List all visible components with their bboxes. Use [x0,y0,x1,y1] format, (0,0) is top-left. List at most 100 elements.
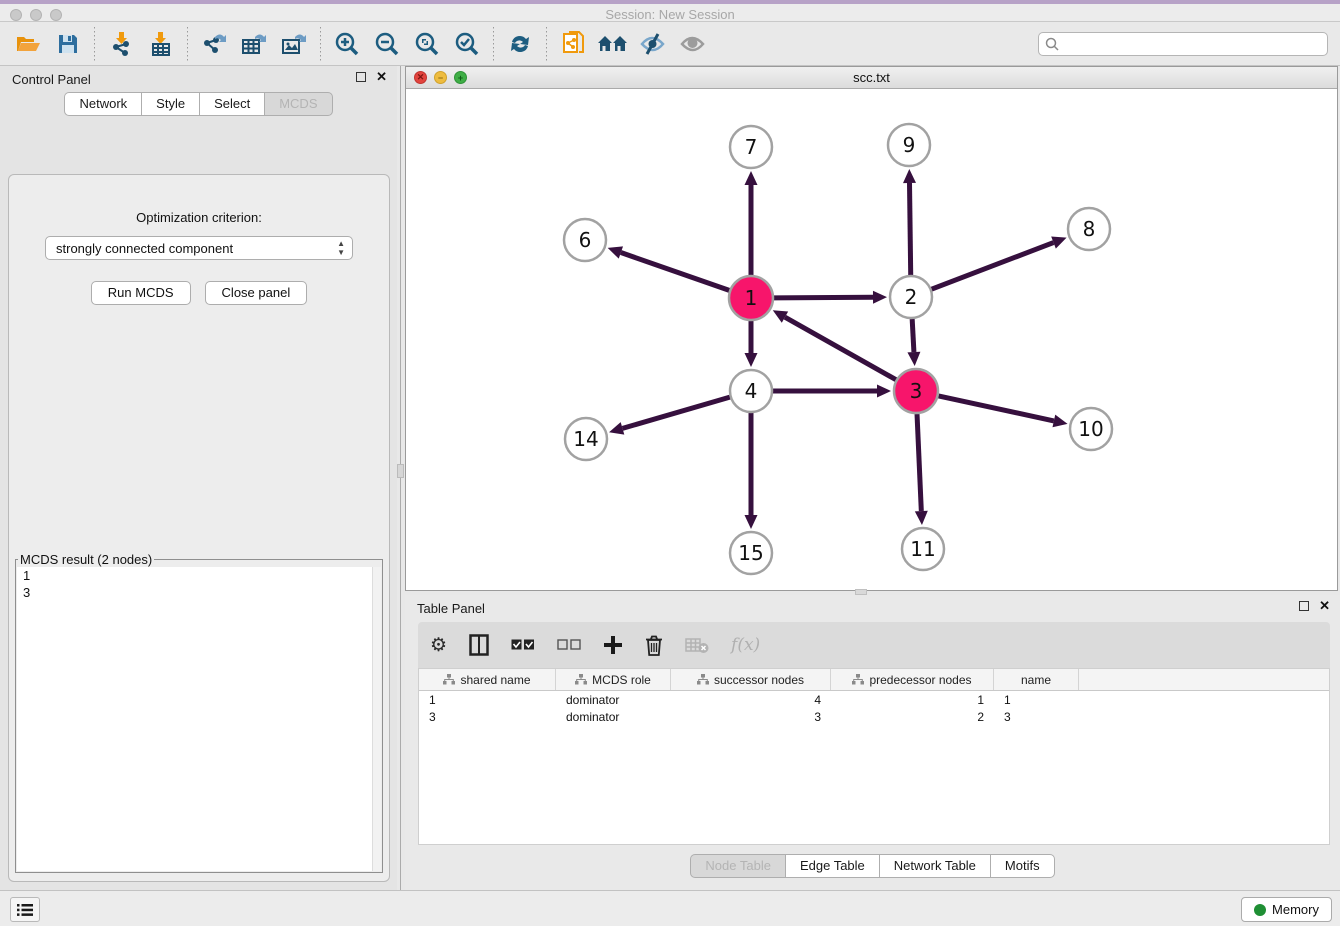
tab-motifs[interactable]: Motifs [990,854,1055,878]
graph-edge-2-8[interactable] [932,243,1054,290]
column-header-predecessor-nodes[interactable]: predecessor nodes [831,669,994,690]
tab-network[interactable]: Network [64,92,141,116]
table-row[interactable]: 1dominator411 [419,691,1329,708]
window-title: Session: New Session [0,7,1340,22]
export-image-button[interactable] [274,25,314,63]
tab-select[interactable]: Select [199,92,264,116]
save-session-button[interactable] [48,25,88,63]
first-neighbors-button[interactable] [593,25,633,63]
table-settings-icon[interactable]: ⚙ [430,636,447,655]
delete-column-icon[interactable] [645,635,663,656]
table-cell[interactable]: 3 [419,710,556,724]
memory-button[interactable]: Memory [1241,897,1332,922]
table-header-row[interactable]: shared nameMCDS role successor nodes prede… [419,669,1329,691]
node-table[interactable]: shared nameMCDS role successor nodes prede… [418,668,1330,845]
column-sort-icon[interactable] [852,674,864,685]
mcds-result-item[interactable]: 1 [17,567,381,584]
column-header-name[interactable]: name [994,669,1079,690]
table-cell[interactable]: 1 [994,693,1079,707]
mcds-result-list[interactable]: 13 [17,567,381,871]
zoom-fit-button[interactable] [407,25,447,63]
delete-table-icon[interactable] [685,636,709,654]
function-builder-icon[interactable]: f(x) [731,635,760,655]
unselect-all-columns-icon[interactable] [557,639,581,651]
column-header-label: name [1021,673,1051,687]
graph-edge-3-10[interactable] [938,396,1053,421]
graph-node-label: 6 [579,228,592,252]
tab-network-table[interactable]: Network Table [879,854,990,878]
zoom-out-button[interactable] [367,25,407,63]
column-layout-icon[interactable] [469,634,489,656]
task-history-button[interactable] [10,897,40,922]
import-table-button[interactable] [141,25,181,63]
mcds-result-item[interactable]: 3 [17,584,381,601]
column-sort-icon[interactable] [697,674,709,685]
zoom-in-button[interactable] [327,25,367,63]
refresh-view-button[interactable] [500,25,540,63]
graph-edge-3-11[interactable] [917,414,921,511]
graph-edge-3-1[interactable] [785,317,896,380]
refresh-icon [508,32,532,56]
run-mcds-button[interactable]: Run MCDS [91,281,191,305]
open-session-button[interactable] [8,25,48,63]
close-panel-icon[interactable]: ✕ [376,72,387,82]
show-all-button[interactable] [673,25,713,63]
zoom-selected-button[interactable] [447,25,487,63]
table-cell[interactable]: dominator [556,710,671,724]
table-cell[interactable]: 2 [831,710,994,724]
add-column-icon[interactable] [603,635,623,655]
graph-edge-2-3[interactable] [912,319,914,352]
memory-label: Memory [1272,902,1319,917]
table-cell[interactable]: 4 [671,693,831,707]
table-cell[interactable]: 1 [419,693,556,707]
import-network-button[interactable] [101,25,141,63]
graph-edge-arrow [907,352,920,366]
table-cell[interactable]: 3 [994,710,1079,724]
table-cell[interactable]: dominator [556,693,671,707]
graph-edge-4-14[interactable] [622,397,729,428]
zoom-in-icon [334,31,360,57]
select-all-columns-icon[interactable] [511,639,535,651]
clone-network-button[interactable] [553,25,593,63]
open-folder-icon [15,33,41,55]
table-cell[interactable]: 3 [671,710,831,724]
column-sort-icon[interactable] [443,674,455,685]
network-window-title: scc.txt [406,70,1337,85]
tab-style[interactable]: Style [141,92,199,116]
export-table-button[interactable] [234,25,274,63]
select-arrows-icon: ▲▼ [337,239,345,257]
close-panel-icon[interactable]: ✕ [1319,601,1330,611]
search-input[interactable] [1038,32,1328,56]
graph-edge-arrow [873,291,887,304]
table-cell[interactable]: 1 [831,693,994,707]
column-header-successor-nodes[interactable]: successor nodes [671,669,831,690]
graph-edge-2-9[interactable] [910,183,911,275]
column-header-label: successor nodes [714,673,804,687]
close-panel-button[interactable]: Close panel [205,281,308,305]
column-sort-icon[interactable] [575,674,587,685]
toolbar-separator [493,27,494,61]
result-scrollbar[interactable] [372,567,381,871]
graph-node-label: 8 [1083,217,1096,241]
graph-edge-arrow [745,353,758,367]
hide-selected-button[interactable] [633,25,673,63]
export-network-icon [201,31,227,57]
table-row[interactable]: 3dominator323 [419,708,1329,725]
column-header-MCDS-role[interactable]: MCDS role [556,669,671,690]
network-window-titlebar[interactable]: ✕ − + scc.txt [406,67,1337,89]
search-icon [1045,37,1059,51]
graph-edge-1-6[interactable] [621,253,729,291]
splitter-grip[interactable] [397,464,404,478]
column-header-shared-name[interactable]: shared name [419,669,556,690]
graph-edge-1-2[interactable] [774,297,873,298]
optimization-criterion-select[interactable]: strongly connected component ▲▼ [45,236,353,260]
export-network-button[interactable] [194,25,234,63]
float-panel-icon[interactable] [356,72,366,82]
vertical-splitter[interactable] [397,66,405,890]
tab-edge-table[interactable]: Edge Table [785,854,879,878]
network-canvas[interactable]: 7968124314101511 [406,89,1337,590]
float-panel-icon[interactable] [1299,601,1309,611]
zoom-out-icon [374,31,400,57]
tab-mcds[interactable]: MCDS [264,92,332,116]
tab-node-table[interactable]: Node Table [690,854,785,878]
